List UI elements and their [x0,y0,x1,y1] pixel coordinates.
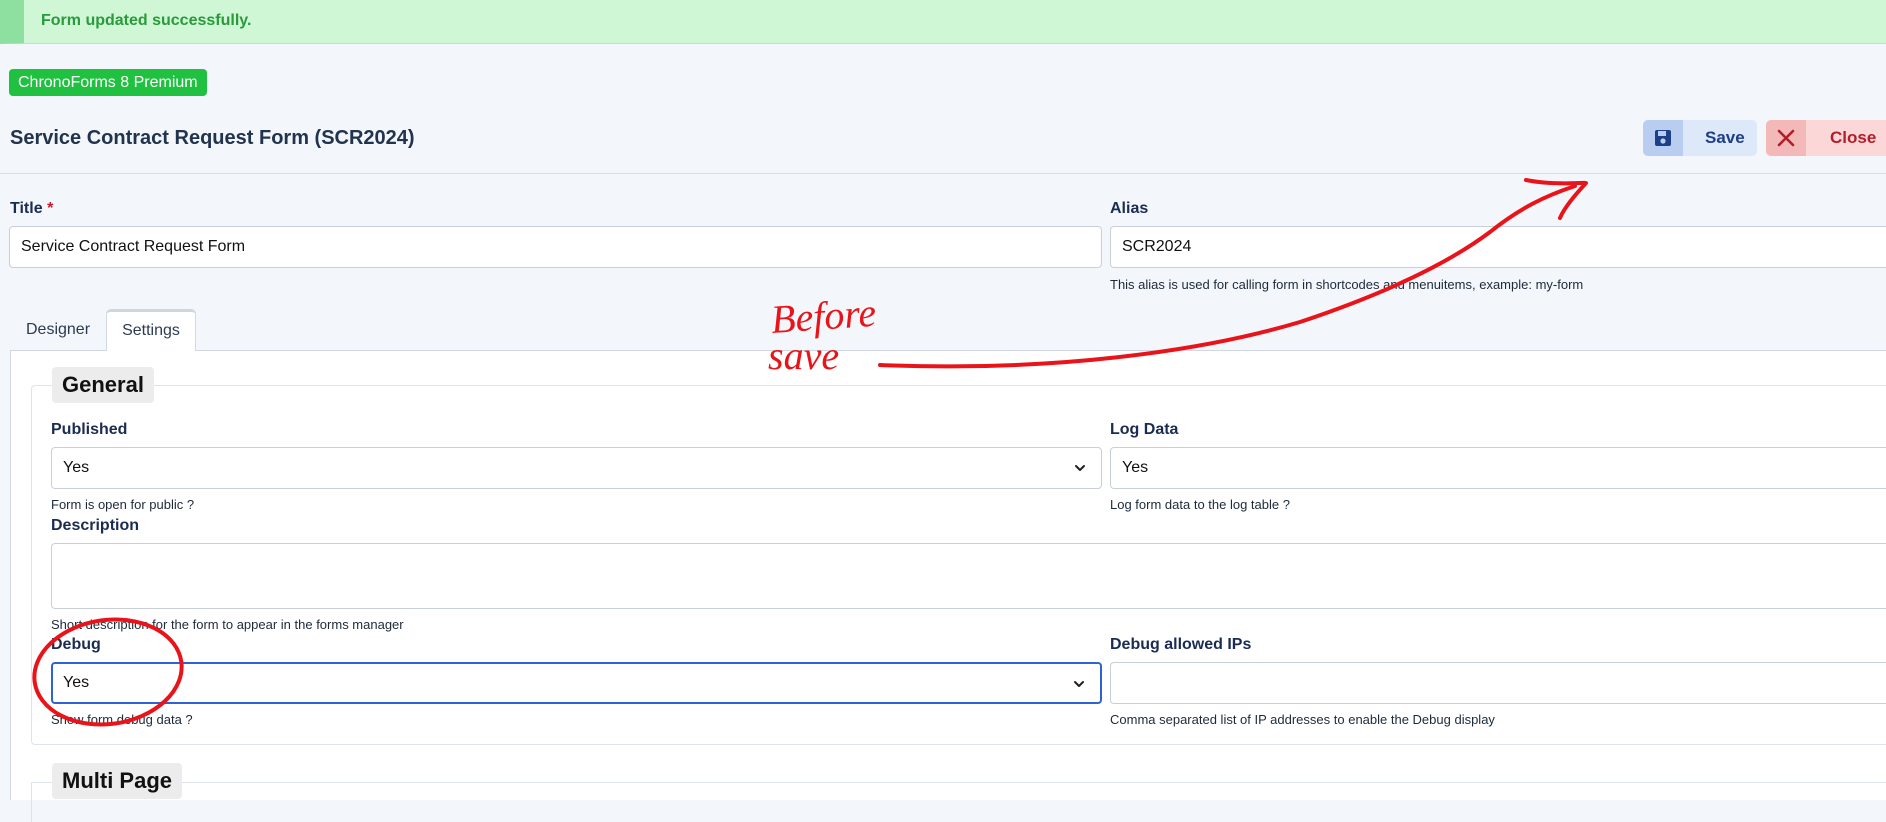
required-mark: * [47,200,54,217]
debug-select[interactable]: Yes [51,662,1102,704]
chevron-down-icon [1075,465,1085,471]
description-hint: Short description for the form to appear… [51,617,404,632]
chevron-down-icon [1074,681,1084,687]
general-legend: General [52,367,154,403]
product-badge: ChronoForms 8 Premium [9,69,207,96]
header-divider [0,173,1886,174]
x-icon [1766,120,1806,156]
alias-hint: This alias is used for calling form in s… [1110,277,1584,292]
tab-designer[interactable]: Designer [26,310,90,350]
debug-select-value: Yes [63,674,90,691]
debug-ips-label: Debug allowed IPs [1110,636,1252,653]
close-button-label: Close [1830,128,1877,147]
debug-ips-input[interactable] [1110,662,1886,704]
multipage-fieldset [31,782,1886,822]
save-button[interactable]: Save [1643,120,1757,156]
published-select-value: Yes [63,459,90,476]
save-button-label: Save [1705,128,1745,147]
published-select[interactable]: Yes [51,447,1102,489]
description-textarea[interactable] [51,543,1886,609]
success-alert: Form updated successfully. [0,0,1886,44]
success-alert-message: Form updated successfully. [41,12,252,29]
debug-label: Debug [51,636,101,653]
log-data-label: Log Data [1110,421,1179,438]
alias-label: Alias [1110,200,1149,217]
title-label: Title * [10,200,53,218]
log-data-hint: Log form data to the log table ? [1110,497,1290,512]
tab-settings[interactable]: Settings [106,309,196,351]
published-label: Published [51,421,128,438]
page-title: Service Contract Request Form (SCR2024) [10,127,415,149]
floppy-disk-icon [1643,120,1683,156]
title-input[interactable]: Service Contract Request Form [9,226,1102,268]
title-label-text: Title [10,200,43,217]
description-label: Description [51,517,140,534]
annotation-arrowhead [1524,178,1588,220]
log-data-select[interactable]: Yes [1110,447,1886,489]
multipage-legend: Multi Page [52,763,183,799]
annotation-text-line1: Before [769,290,877,342]
debug-hint: Show form debug data ? [51,712,193,727]
debug-ips-hint: Comma separated list of IP addresses to … [1110,712,1495,727]
published-hint: Form is open for public ? [51,497,195,512]
log-data-select-value: Yes [1122,459,1149,476]
alias-input[interactable]: SCR2024 [1110,226,1886,268]
close-button[interactable]: Close [1766,120,1886,156]
